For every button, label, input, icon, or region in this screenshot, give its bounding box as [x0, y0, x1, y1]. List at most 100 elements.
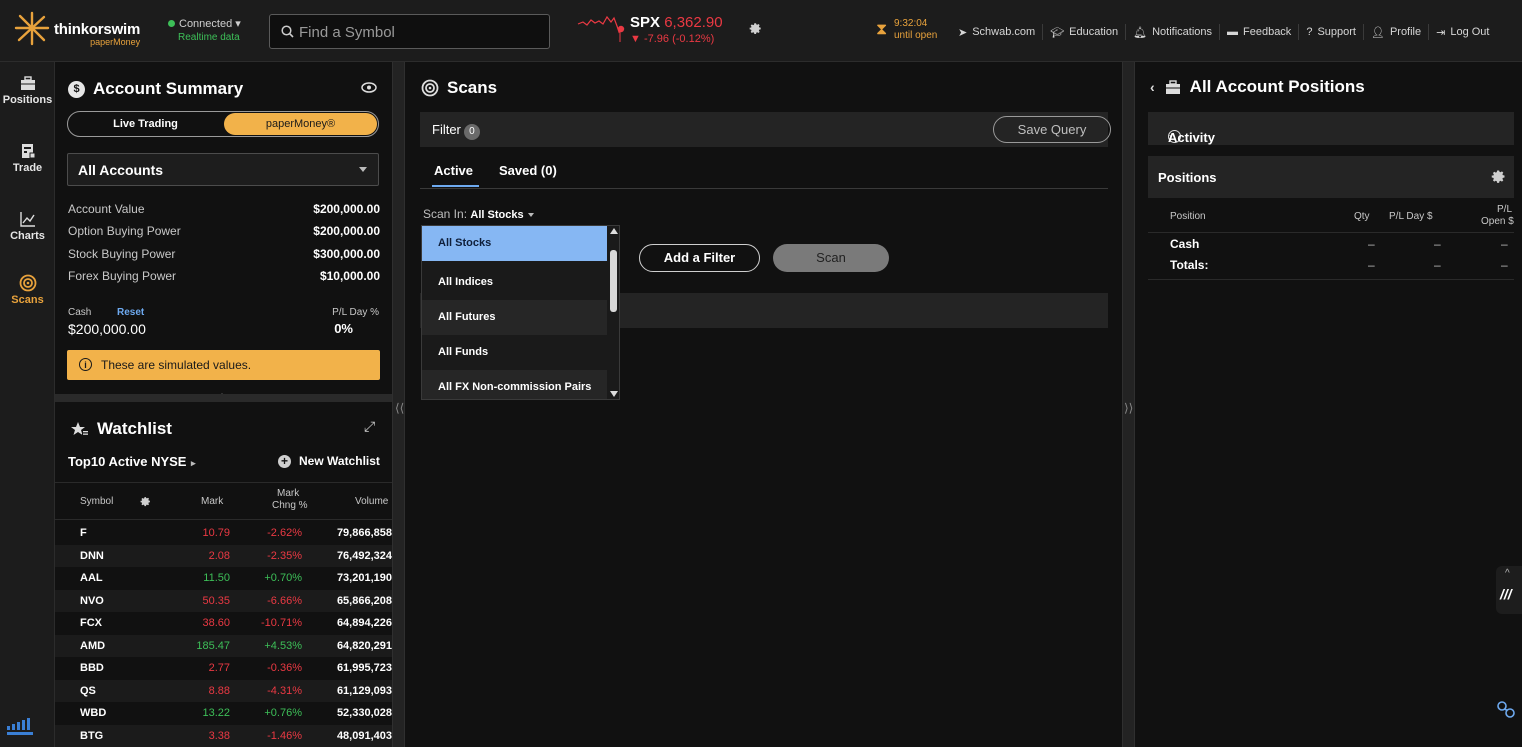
logout-link[interactable]: ⇥ Log Out — [1428, 24, 1496, 40]
col-pl-open-top[interactable]: P/L — [1497, 204, 1512, 215]
col-symbol[interactable]: Symbol — [80, 496, 113, 507]
row-value: $200,000.00 — [313, 224, 380, 238]
connection-status[interactable]: Connected ▾ Realtime data — [168, 18, 241, 44]
col-position[interactable]: Position — [1170, 211, 1206, 222]
spx-quote[interactable]: SPX 6,362.90 ▼ -7.96 (-0.12%) — [630, 14, 723, 45]
table-row[interactable]: BBD 2.77 -0.36% 61,995,723 — [55, 657, 392, 679]
papermoney-tab[interactable]: paperMoney® — [224, 113, 377, 135]
tab-saved[interactable]: Saved (0) — [499, 163, 557, 178]
dropdown-option-all-indices[interactable]: All Indices — [422, 265, 607, 300]
bell-icon: 🔔︎ — [1133, 26, 1148, 39]
table-row[interactable]: WBD 13.22 +0.76% 52,330,028 — [55, 702, 392, 724]
left-splitter[interactable]: ⟨⟨ — [392, 62, 405, 747]
dropdown-option-all-futures[interactable]: All Futures — [422, 300, 607, 335]
row-mark-change: -10.71% — [261, 617, 302, 629]
share-nodes-icon[interactable] — [1494, 698, 1518, 722]
new-watchlist-button[interactable]: + New Watchlist — [278, 454, 380, 468]
search-input[interactable] — [299, 22, 539, 42]
table-row[interactable]: AMD 185.47 +4.53% 64,820,291 — [55, 634, 392, 657]
position-pl-day: – — [1434, 237, 1441, 251]
live-trading-tab[interactable]: Live Trading — [68, 112, 223, 136]
dropdown-scrollbar[interactable] — [607, 226, 619, 399]
row-volume: 65,866,208 — [336, 594, 392, 607]
scan-button[interactable]: Scan — [773, 244, 889, 272]
table-row[interactable]: AAL 11.50 +0.70% 73,201,190 — [55, 567, 392, 589]
feedback-link[interactable]: ▬ Feedback — [1219, 24, 1298, 40]
down-triangle-icon: ▼ — [630, 33, 641, 45]
scroll-thumb[interactable] — [610, 250, 617, 312]
row-symbol: BBD — [80, 662, 104, 674]
save-query-button[interactable]: Save Query — [993, 116, 1111, 143]
table-row[interactable]: FCX 38.60 -10.71% 64,894,226 — [55, 612, 392, 634]
table-row[interactable]: QS 8.88 -4.31% 61,129,093 — [55, 679, 392, 702]
scan-in-dropdown: All Stocks All Indices All Futures All F… — [421, 225, 620, 400]
dropdown-option-all-stocks[interactable]: All Stocks — [422, 226, 607, 261]
table-row[interactable]: DNN 2.08 -2.35% 76,492,324 — [55, 544, 392, 567]
watchlist-selector[interactable]: Top10 Active NYSE ▸ — [68, 454, 196, 469]
filter-toggle[interactable]: Filter 0 — [432, 122, 480, 140]
assistant-widget[interactable]: ^ /// — [1496, 566, 1522, 614]
table-row[interactable]: BTG 3.38 -1.46% 48,091,403 — [55, 724, 392, 747]
collapse-left-icon[interactable]: ⟨⟨ — [395, 401, 404, 415]
reset-link[interactable]: Reset — [117, 307, 144, 318]
chevron-up-icon[interactable]: ^ — [1505, 568, 1510, 579]
col-pl-open-bottom[interactable]: Open $ — [1481, 216, 1514, 227]
gear-icon[interactable] — [1491, 169, 1506, 184]
row-mark-change: -2.62% — [267, 527, 302, 539]
scan-in-select[interactable]: Scan In: All Stocks — [423, 207, 534, 221]
caret-right-icon: ▸ — [188, 458, 196, 468]
row-mark-change: -1.46% — [267, 729, 302, 742]
logout-icon: ⇥ — [1436, 26, 1446, 39]
nav-scans[interactable]: Scans — [0, 274, 55, 306]
schwab-link[interactable]: ➤ Schwab.com — [952, 24, 1042, 40]
spx-change: -7.96 (-0.12%) — [643, 33, 715, 45]
collapse-right-icon[interactable]: ⟩⟩ — [1124, 401, 1133, 415]
positions-row-cash[interactable]: Cash – – – — [1148, 237, 1514, 255]
nav-positions[interactable]: Positions — [0, 74, 55, 106]
totals-pl-open: – — [1501, 258, 1508, 272]
col-volume[interactable]: Volume — [355, 496, 388, 507]
col-qty[interactable]: Qty — [1354, 211, 1370, 222]
support-link[interactable]: ? Support — [1298, 24, 1363, 40]
dropdown-option-all-fx-pairs[interactable]: All FX Non-commission Pairs — [422, 370, 607, 399]
thinkorswim-logo-icon[interactable] — [14, 10, 50, 46]
scroll-up-arrow-icon[interactable] — [610, 228, 618, 234]
spx-symbol: SPX — [630, 14, 661, 31]
col-mark-chng-bottom[interactable]: Chng % — [272, 500, 308, 511]
scroll-down-arrow-icon[interactable] — [610, 391, 618, 397]
row-symbol: AMD — [80, 639, 106, 652]
support-link-label: Support — [1317, 26, 1356, 38]
gear-icon[interactable] — [749, 22, 762, 35]
dropdown-option-all-funds[interactable]: All Funds — [422, 335, 607, 370]
activity-section[interactable]: › Activity — [1148, 112, 1514, 145]
nav-charts[interactable]: Charts — [0, 210, 55, 242]
panel-divider[interactable] — [55, 394, 392, 402]
profile-link[interactable]: 👤︎ Profile — [1362, 24, 1428, 40]
row-volume: 64,820,291 — [336, 639, 392, 652]
table-row[interactable]: NVO 50.35 -6.66% 65,866,208 — [55, 589, 392, 612]
add-filter-button[interactable]: Add a Filter — [639, 244, 760, 272]
notifications-link[interactable]: 🔔︎ Notifications — [1125, 24, 1219, 40]
nav-trade[interactable]: Trade — [0, 142, 55, 174]
watchlist-header: Watchlist — [71, 419, 172, 439]
scan-in-value: All Stocks — [470, 209, 524, 221]
account-select[interactable]: All Accounts — [67, 153, 379, 186]
search-icon — [281, 25, 294, 38]
back-chevron-icon[interactable]: ‹ — [1150, 79, 1155, 95]
expand-icon[interactable]: ⤢ — [364, 418, 375, 435]
col-pl-day[interactable]: P/L Day $ — [1389, 211, 1433, 222]
gear-icon[interactable] — [140, 496, 151, 507]
col-mark[interactable]: Mark — [201, 496, 223, 507]
nav-charts-label: Charts — [10, 230, 45, 242]
col-mark-chng-top[interactable]: Mark — [277, 488, 299, 499]
row-mark: 13.22 — [202, 707, 230, 719]
positions-row-totals: Totals: – – – — [1148, 258, 1514, 276]
right-splitter[interactable]: ⟩⟩ — [1122, 62, 1135, 747]
education-link[interactable]: 🎓︎ Education — [1042, 24, 1125, 40]
table-row[interactable]: F 10.79 -2.62% 79,866,858 — [55, 522, 392, 544]
positions-panel: ‹ All Account Positions › Activity Positi… — [1135, 62, 1522, 747]
symbol-search[interactable] — [269, 14, 550, 49]
tab-active[interactable]: Active — [431, 163, 480, 187]
trading-mode-toggle: Live Trading paperMoney® — [67, 111, 379, 137]
eye-icon[interactable] — [361, 82, 377, 93]
